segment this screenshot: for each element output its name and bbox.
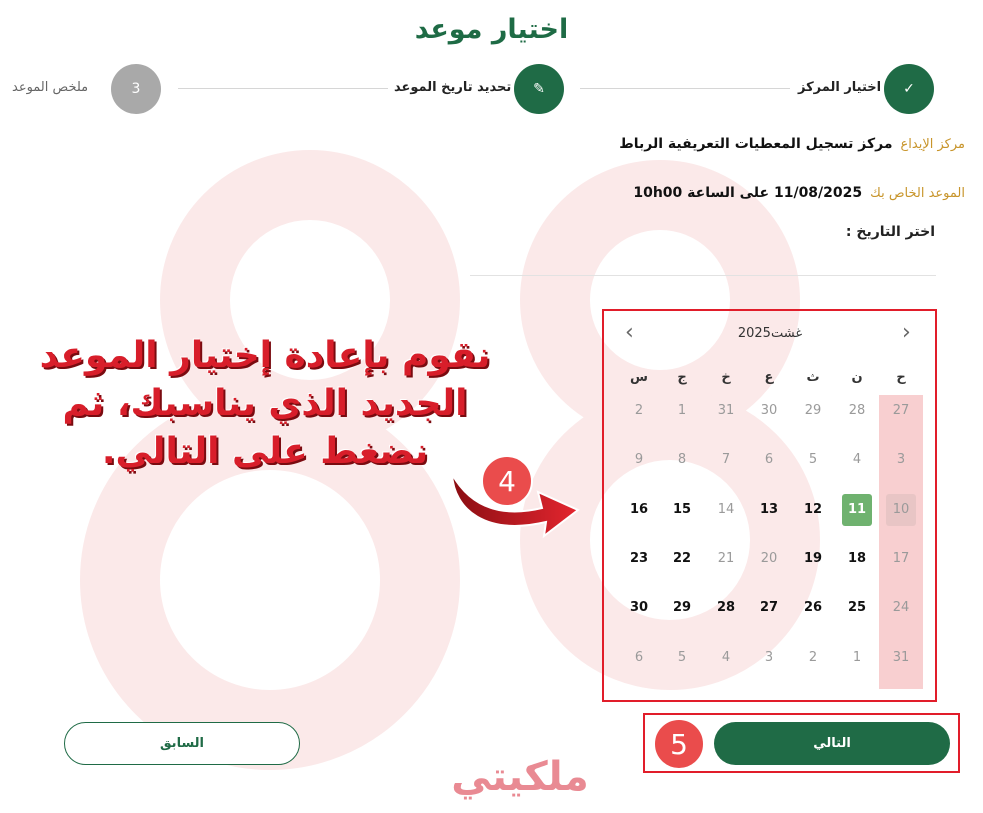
calendar-day: 2 bbox=[808, 649, 818, 665]
calendar-day: 21 bbox=[717, 550, 735, 566]
calendar-day: 27 bbox=[892, 403, 910, 418]
date-picker-label: اختر التاريخ : bbox=[845, 224, 935, 240]
calendar-day: 5 bbox=[677, 649, 687, 665]
calendar-day: 20 bbox=[760, 550, 778, 566]
annotation-line: الجديد الذي يناسبك، ثم bbox=[62, 383, 468, 424]
calendar-day: 17 bbox=[892, 550, 910, 566]
center-value: مركز تسجيل المعطيات التعريفية الرباط bbox=[619, 136, 893, 152]
calendar-day: 30 bbox=[760, 403, 778, 418]
calendar-day[interactable]: 23 bbox=[621, 543, 657, 575]
calendar-day[interactable]: 28 bbox=[708, 592, 744, 624]
calendar-day: 31 bbox=[892, 649, 910, 665]
calendar-day: 24 bbox=[892, 600, 910, 616]
calendar-day[interactable]: 25 bbox=[839, 592, 875, 624]
calendar-day[interactable]: 18 bbox=[839, 543, 875, 575]
calendar-day: 28 bbox=[848, 403, 866, 418]
appointment-info: الموعد الخاص بك 11/08/2025 على الساعة 10… bbox=[633, 185, 965, 201]
calendar-day: 8 bbox=[677, 452, 687, 468]
calendar-day: 4 bbox=[852, 452, 862, 468]
weekday-header: ث bbox=[806, 370, 820, 385]
calendar-day[interactable]: 30 bbox=[621, 592, 657, 624]
divider bbox=[470, 275, 936, 276]
weekday-header: ن bbox=[851, 370, 863, 385]
step-badge-5: 5 bbox=[653, 718, 705, 770]
weekday-header: ج bbox=[677, 370, 687, 385]
step-2-edit-icon[interactable]: ✎ bbox=[514, 64, 564, 114]
calendar-day: 29 bbox=[804, 403, 822, 418]
calendar-day[interactable]: 26 bbox=[795, 592, 831, 624]
calendar-day: 2 bbox=[634, 403, 644, 418]
calendar-day: 6 bbox=[764, 452, 774, 468]
brand-logo: ملكيتي bbox=[451, 754, 589, 800]
calendar-day: 3 bbox=[764, 649, 774, 665]
weekday-header: س bbox=[630, 370, 648, 385]
calendar-day[interactable]: 29 bbox=[664, 592, 700, 624]
appointment-value: 11/08/2025 على الساعة 10h00 bbox=[633, 185, 863, 201]
weekday-header: ح bbox=[896, 370, 906, 385]
calendar-day: 3 bbox=[896, 452, 906, 468]
next-button[interactable]: التالي bbox=[714, 722, 950, 765]
center-info: مركز الإيداع مركز تسجيل المعطيات التعريف… bbox=[619, 136, 965, 152]
calendar-day[interactable]: 19 bbox=[795, 543, 831, 575]
calendar-day[interactable]: 16 bbox=[621, 494, 657, 526]
previous-button[interactable]: السابق bbox=[64, 722, 300, 765]
calendar-day: 10 bbox=[886, 493, 916, 526]
weekday-header: خ bbox=[721, 370, 731, 385]
page-title: اختيار موعد bbox=[414, 14, 569, 45]
calendar-day[interactable]: 12 bbox=[795, 494, 831, 526]
selected-day[interactable]: 11 bbox=[842, 493, 872, 526]
calendar-day: 9 bbox=[634, 452, 644, 468]
step-connector bbox=[178, 88, 388, 89]
calendar-day: 6 bbox=[634, 649, 644, 665]
step-3-number[interactable]: 3 bbox=[111, 64, 161, 114]
center-label: مركز الإيداع bbox=[900, 137, 965, 152]
step-1-label: اختيار المركز bbox=[798, 80, 882, 95]
calendar-day: 7 bbox=[721, 452, 731, 468]
calendar-day: 14 bbox=[717, 501, 735, 517]
calendar-day: 4 bbox=[721, 649, 731, 665]
appointment-label: الموعد الخاص بك bbox=[870, 186, 965, 201]
step-badge-4: 4 bbox=[481, 455, 533, 507]
calendar-month-label: غشت2025 bbox=[737, 326, 803, 341]
chevron-left-icon[interactable]: ‹ bbox=[625, 322, 634, 344]
chevron-right-icon[interactable]: › bbox=[902, 322, 911, 344]
calendar-day: 1 bbox=[677, 403, 687, 418]
weekday-header: ع bbox=[764, 370, 774, 385]
calendar-day[interactable]: 22 bbox=[664, 543, 700, 575]
calendar-day: 31 bbox=[717, 403, 735, 418]
annotation-line: نقوم بإعادة إختيار الموعد bbox=[39, 335, 491, 376]
step-2-label: تحديد تاريخ الموعد bbox=[394, 80, 512, 95]
step-connector bbox=[580, 88, 790, 89]
step-1-check-icon[interactable]: ✓ bbox=[884, 64, 934, 114]
annotation-callout: نقوم بإعادة إختيار الموعد الجديد الذي ين… bbox=[30, 332, 500, 476]
calendar-day[interactable]: 13 bbox=[751, 494, 787, 526]
step-3-label: ملخص الموعد bbox=[12, 80, 89, 95]
annotation-line: نضغط على التالي. bbox=[101, 431, 429, 472]
calendar-day[interactable]: 27 bbox=[751, 592, 787, 624]
calendar-day: 5 bbox=[808, 452, 818, 468]
calendar-day[interactable]: 15 bbox=[664, 494, 700, 526]
calendar-day: 1 bbox=[852, 649, 862, 665]
